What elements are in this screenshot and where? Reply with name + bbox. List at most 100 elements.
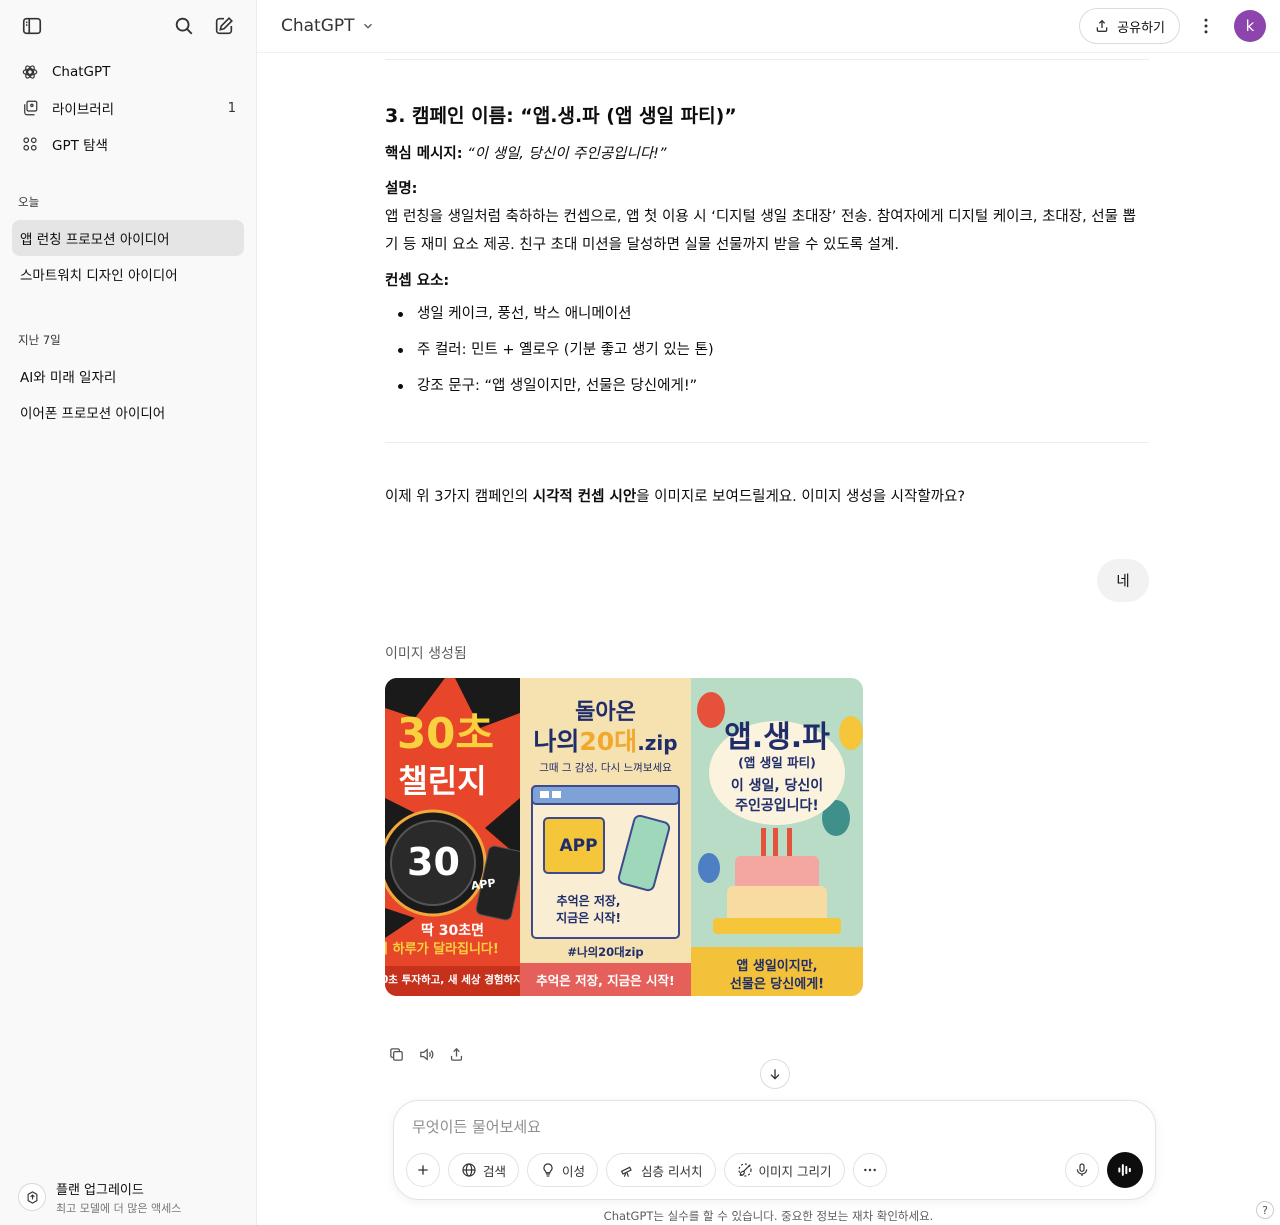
scroll-down-button[interactable] xyxy=(760,1059,790,1089)
concept-list: 생일 케이크, 풍선, 박스 애니메이션 주 컬러: 민트 + 옐로우 (기분 … xyxy=(385,300,714,408)
image-panel-app-birthday: 앱.생.파 (앱 생일 파티) 이 생일, 당신이 주인공입니다! 앱 생일이지… xyxy=(691,678,863,996)
search-icon[interactable] xyxy=(168,10,200,42)
lightbulb-icon xyxy=(543,1163,553,1177)
generated-image[interactable]: 30초 챌린지 30 APP 딱 30초면 의 하루가 달라집니다! 0초 투자… xyxy=(385,678,863,996)
concept-label-text: 컨셉 요소: xyxy=(385,273,450,289)
p2-note2: 지금은 시작! xyxy=(556,911,621,925)
arrow-down-icon xyxy=(770,1069,780,1080)
p2-tag: #나의20대zip xyxy=(567,945,644,959)
search-tool-label: 검색 xyxy=(483,1163,507,1179)
p3-line2: 주인공입니다! xyxy=(735,798,819,814)
sidebar-item-gpt-explore[interactable]: GPT 탐색 xyxy=(10,126,246,162)
library-count: 1 xyxy=(227,100,236,116)
more-tools-button[interactable] xyxy=(852,1153,887,1187)
image-draw-button[interactable]: 이미지 그리기 xyxy=(723,1153,845,1187)
model-selector[interactable]: ChatGPT xyxy=(281,16,375,36)
p3-sub: (앱 생일 파티) xyxy=(738,755,816,770)
microphone-icon xyxy=(1076,1163,1088,1176)
section-last7-title: 지난 7일 xyxy=(18,333,61,347)
p1-line2: 의 하루가 달라집니다! xyxy=(385,942,499,957)
p2-sub: 그때 그 감성, 다시 느껴보세요 xyxy=(539,762,672,774)
model-name: ChatGPT xyxy=(281,16,355,36)
p2-title2c: .zip xyxy=(637,731,678,755)
microphone-button[interactable] xyxy=(1065,1153,1099,1187)
deep-research-label: 심층 리서치 xyxy=(641,1163,703,1179)
sidebar: ChatGPT 라이브러리 1 GPT 탐색 오늘 앱 런칭 프로모션 아이디어… xyxy=(0,0,257,1225)
key-message-line: 핵심 메시지: “이 생일, 당신이 주인공입니다!” xyxy=(385,140,667,168)
description-line-1: 앱 런칭을 생일처럼 축하하는 컨셉으로, 앱 첫 이용 시 ‘디지털 생일 초… xyxy=(385,209,1136,225)
plus-icon xyxy=(418,1165,428,1175)
concept-label: 컨셉 요소: xyxy=(385,267,449,295)
top-bar: ChatGPT 공유하기 k xyxy=(257,0,1280,53)
composer: 검색 이성 심층 리서치 이미지 그리기 xyxy=(393,1100,1156,1200)
globe-icon xyxy=(462,1163,476,1177)
reason-tool-button[interactable]: 이성 xyxy=(527,1153,599,1187)
sidebar-item-label: 라이브러리 xyxy=(52,102,115,118)
avatar[interactable]: k xyxy=(1234,10,1266,42)
closing-message: 이제 위 3가지 캠페인의 시각적 컨셉 시안을 이미지로 보여드릴게요. 이미… xyxy=(385,483,965,511)
sidebar-nav: ChatGPT 라이브러리 1 GPT 탐색 xyxy=(0,52,256,164)
p1-line1: 딱 30초면 xyxy=(421,923,484,939)
section-today-title: 오늘 xyxy=(18,195,40,209)
p1-timer: 30 xyxy=(407,840,460,884)
description-line-2: 기 등 재미 요소 제공. 친구 초대 미션을 달성하면 실물 선물까지 받을 … xyxy=(385,237,899,253)
closing-text-a: 이제 위 3가지 캠페인의 xyxy=(385,489,533,505)
key-message-value: “이 생일, 당신이 주인공입니다!” xyxy=(467,146,667,162)
speaker-icon[interactable] xyxy=(415,1043,437,1065)
p2-title2a: 나의 xyxy=(533,727,580,756)
p2-folder: APP xyxy=(559,836,598,856)
share-icon[interactable] xyxy=(445,1043,467,1065)
search-tool-button[interactable]: 검색 xyxy=(448,1153,520,1187)
sidebar-item-chatgpt[interactable]: ChatGPT xyxy=(10,54,246,90)
upgrade-plan-button[interactable]: 플랜 업그레이드 최고 모델에 더 많은 액세스 xyxy=(10,1177,246,1217)
copy-icon[interactable] xyxy=(385,1043,407,1065)
p3-footer1: 앱 생일이지만, xyxy=(736,959,818,974)
description-label: 설명: xyxy=(385,175,417,203)
more-options-icon[interactable] xyxy=(1188,8,1224,44)
p2-note1: 추억은 저장, xyxy=(556,894,621,908)
help-button[interactable]: ? xyxy=(1256,1201,1274,1219)
p2-footer: 추억은 저장, 지금은 시작! xyxy=(536,973,675,988)
upgrade-subtitle: 최고 모델에 더 많은 액세스 xyxy=(56,1201,182,1215)
list-item: 주 컬러: 민트 + 옐로우 (기분 좋고 생기 있는 톤) xyxy=(385,336,714,372)
ellipsis-icon xyxy=(863,1168,876,1172)
new-chat-icon[interactable] xyxy=(208,10,240,42)
upload-icon xyxy=(1096,19,1108,32)
voice-mode-button[interactable] xyxy=(1107,1152,1143,1188)
p1-title: 챌린지 xyxy=(398,762,487,800)
p1-footer: 0초 투자하고, 새 세상 경험하자! xyxy=(385,974,520,986)
key-message-label: 핵심 메시지: xyxy=(385,146,463,162)
divider xyxy=(385,59,1149,60)
sidebar-item-label: GPT 탐색 xyxy=(52,138,108,154)
library-icon xyxy=(20,98,40,118)
list-item: 생일 케이크, 풍선, 박스 애니메이션 xyxy=(385,300,714,336)
image-panel-30sec: 30초 챌린지 30 APP 딱 30초면 의 하루가 달라집니다! 0초 투자… xyxy=(385,678,520,996)
disclaimer: ChatGPT는 실수를 할 수 있습니다. 중요한 정보는 재차 확인하세요. xyxy=(603,1209,934,1223)
image-generated-label: 이미지 생성됨 xyxy=(385,646,467,662)
sidebar-item-library[interactable]: 라이브러리 1 xyxy=(10,90,246,126)
brush-icon xyxy=(737,1163,752,1177)
sidebar-item-label: ChatGPT xyxy=(52,64,111,80)
closing-text-b: 을 이미지로 보여드릴게요. 이미지 생성을 시작할까요? xyxy=(636,489,966,505)
share-button[interactable]: 공유하기 xyxy=(1079,8,1180,44)
description-label-text: 설명: xyxy=(385,181,418,197)
deep-research-button[interactable]: 심층 리서치 xyxy=(606,1153,716,1187)
divider xyxy=(385,442,1149,443)
chat-item-earphone[interactable]: 이어폰 프로모션 아이디어 xyxy=(12,394,244,430)
image-draw-label: 이미지 그리기 xyxy=(758,1163,832,1179)
upgrade-text: 플랜 업그레이드 최고 모델에 더 많은 액세스 xyxy=(56,1179,181,1216)
p2-title2: 나의20대.zip xyxy=(520,722,691,758)
share-label: 공유하기 xyxy=(1117,20,1165,36)
prompt-input[interactable] xyxy=(412,1115,1112,1139)
p3-line1: 이 생일, 당신이 xyxy=(730,778,824,794)
chat-item-smartwatch[interactable]: 스마트워치 디자인 아이디어 xyxy=(12,256,244,292)
attach-button[interactable] xyxy=(406,1153,440,1187)
campaign-heading: 3. 캠페인 이름: “앱.생.파 (앱 생일 파티)” xyxy=(385,105,737,127)
upgrade-title: 플랜 업그레이드 xyxy=(56,1182,144,1198)
chat-item-app-launch[interactable]: 앱 런칭 프로모션 아이디어 xyxy=(12,220,244,256)
user-message-bubble: 네 xyxy=(1097,559,1149,602)
sidebar-top xyxy=(0,0,256,52)
sidebar-toggle-icon[interactable] xyxy=(16,10,48,42)
p2-title2b: 20대 xyxy=(579,727,638,756)
chat-item-ai-jobs[interactable]: AI와 미래 일자리 xyxy=(12,358,244,394)
